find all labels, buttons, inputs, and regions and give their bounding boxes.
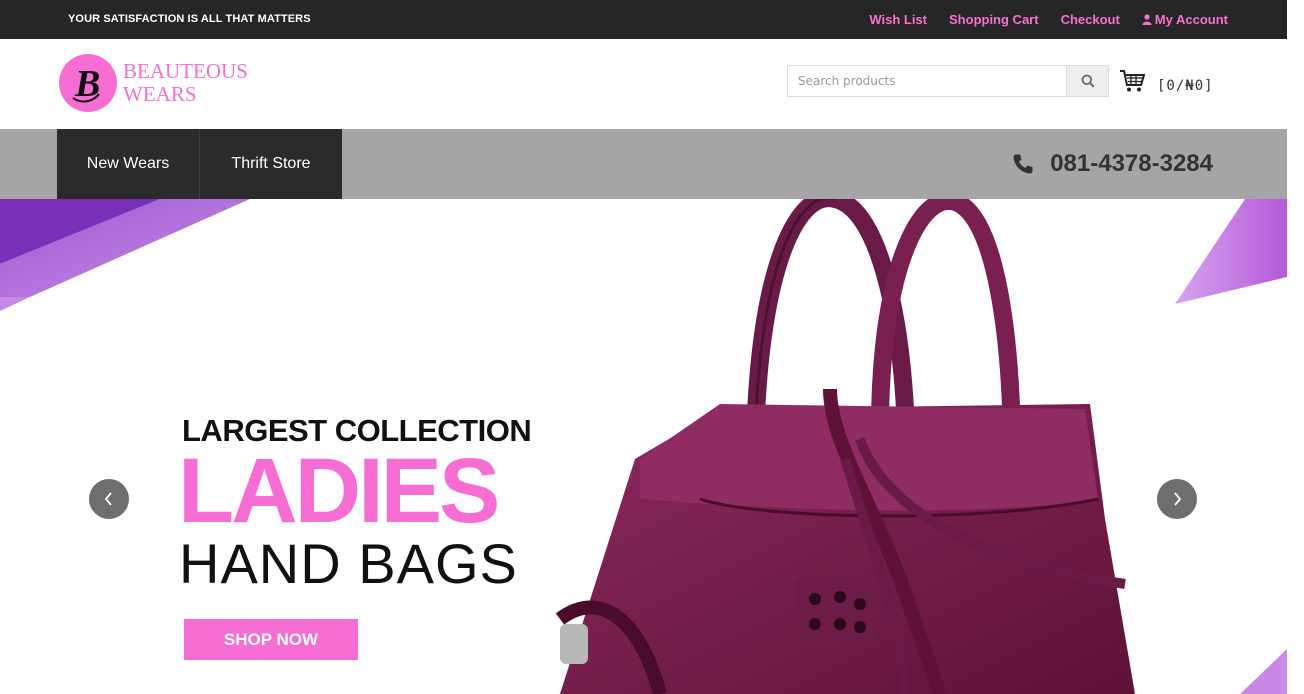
- user-icon: [1142, 14, 1152, 25]
- cart-icon: [1120, 70, 1145, 92]
- logo[interactable]: B BEAUTEOUS WEARS: [59, 54, 248, 112]
- search-icon: [1081, 74, 1095, 88]
- chevron-right-icon: [1174, 492, 1182, 506]
- nav-item-thrift-store[interactable]: Thrift Store: [200, 129, 342, 199]
- logo-mark: B: [59, 54, 117, 112]
- page: YOUR SATISFACTION IS ALL THAT MATTERS Wi…: [0, 0, 1304, 694]
- nav-item-label: New Wears: [86, 155, 170, 172]
- shopping-cart-link[interactable]: Shopping Cart: [949, 12, 1039, 27]
- handbag-image: [555, 199, 1135, 694]
- phone-number: 081-4378-3284: [1050, 150, 1213, 177]
- header: B BEAUTEOUS WEARS Search products [0/₦0]: [0, 39, 1287, 129]
- deco-triangle: [1175, 199, 1287, 304]
- deco-triangle: [1240, 649, 1287, 694]
- checkout-link[interactable]: Checkout: [1061, 12, 1120, 27]
- chevron-left-icon: [104, 492, 112, 506]
- deco-triangle: [0, 297, 30, 311]
- phone-contact: 081-4378-3284: [1012, 150, 1213, 178]
- logo-mark-letter: B: [74, 63, 100, 105]
- wish-list-link[interactable]: Wish List: [869, 12, 927, 27]
- top-bar: YOUR SATISFACTION IS ALL THAT MATTERS Wi…: [0, 0, 1287, 39]
- main-nav: New Wears Thrift Store 081-4378-3284: [0, 129, 1287, 199]
- hero-headline-2: LADIES: [178, 440, 500, 542]
- shopping-cart-label: Shopping Cart: [949, 12, 1039, 27]
- hero-headline-3: HAND BAGS: [179, 532, 518, 595]
- slider-prev-button[interactable]: [89, 479, 129, 519]
- nav-item-new-wears[interactable]: New Wears: [57, 129, 200, 199]
- my-account-link[interactable]: My Account: [1142, 12, 1228, 27]
- cart-total: [0/₦0]: [1157, 78, 1214, 94]
- logo-line-1: BEAUTEOUS: [123, 59, 248, 83]
- checkout-label: Checkout: [1060, 12, 1120, 27]
- wish-list-label: Wish List: [869, 12, 928, 27]
- my-account-label: My Account: [1154, 12, 1228, 27]
- search-button[interactable]: [1066, 66, 1108, 96]
- hero-slider: LARGEST COLLECTION LADIES HAND BAGS SHOP…: [0, 199, 1287, 694]
- nav-menu: New Wears Thrift Store: [57, 129, 342, 199]
- nav-item-label: Thrift Store: [231, 155, 311, 172]
- search-box: [787, 65, 1109, 97]
- logo-b-icon: B: [72, 63, 100, 105]
- search-input[interactable]: [788, 66, 1066, 96]
- top-links: Wish List Shopping Cart Checkout My Acco…: [869, 12, 1228, 27]
- shop-now-button[interactable]: SHOP NOW: [184, 619, 358, 660]
- logo-text: BEAUTEOUS WEARS: [123, 60, 248, 106]
- tagline: YOUR SATISFACTION IS ALL THAT MATTERS: [68, 13, 311, 25]
- cart-widget[interactable]: [0/₦0]: [1119, 69, 1214, 94]
- phone-icon: [1013, 154, 1033, 174]
- slider-next-button[interactable]: [1157, 479, 1197, 519]
- logo-line-2: WEARS: [123, 82, 197, 106]
